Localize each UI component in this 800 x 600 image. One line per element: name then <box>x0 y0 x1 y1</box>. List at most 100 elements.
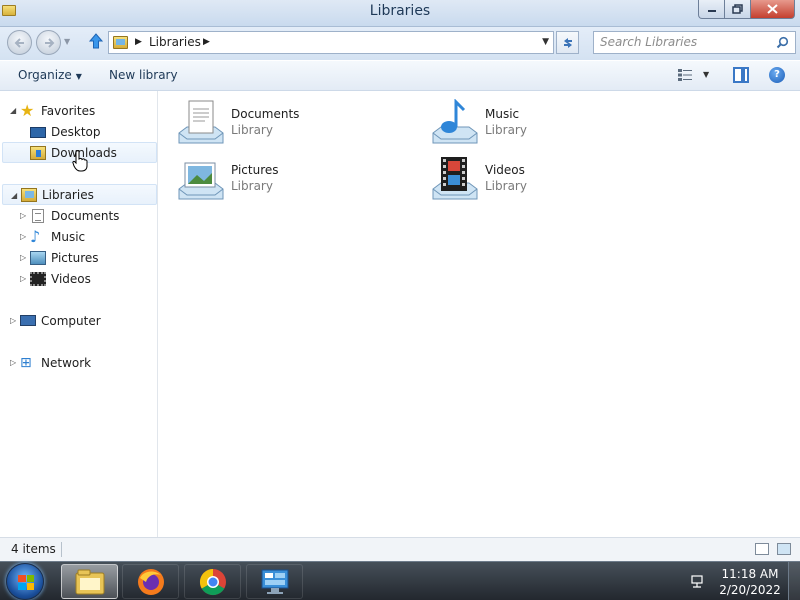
window-controls <box>698 0 795 19</box>
taskbar-firefox[interactable] <box>122 564 179 599</box>
library-type: Library <box>231 179 273 193</box>
windows-logo-icon <box>18 575 34 590</box>
clock-date: 2/20/2022 <box>719 583 781 597</box>
pictures-label: Pictures <box>51 250 99 265</box>
network-tray-icon[interactable] <box>690 575 704 588</box>
library-videos[interactable]: Videos Library <box>431 155 671 207</box>
taskbar-chrome[interactable] <box>184 564 241 599</box>
taskbar-explorer[interactable] <box>61 564 118 599</box>
collapsed-arrow-icon[interactable]: ▷ <box>20 253 26 262</box>
organize-menu-button[interactable]: Organize ▼ <box>18 68 82 82</box>
sidebar-item-videos[interactable]: ▷ Videos <box>20 268 91 289</box>
tree-computer[interactable]: ▷ Computer <box>10 310 101 331</box>
maximize-button[interactable] <box>725 0 751 19</box>
search-icon[interactable] <box>776 36 789 49</box>
chevron-down-icon: ▼ <box>75 72 82 81</box>
command-bar: Organize ▼ New library ▼ ? <box>0 60 800 91</box>
sidebar-item-documents[interactable]: ▷ Documents <box>20 205 119 226</box>
organize-label: Organize <box>18 68 72 82</box>
item-count: 4 items <box>11 542 56 556</box>
tree-libraries[interactable]: ◢ Libraries <box>2 184 157 205</box>
preview-pane-button[interactable] <box>733 67 749 83</box>
show-desktop-button[interactable] <box>788 562 800 600</box>
breadcrumb-separator-icon[interactable]: ▶ <box>135 37 142 47</box>
firefox-icon <box>137 568 164 595</box>
library-music[interactable]: Music Library <box>431 99 671 151</box>
large-icons-view-icon[interactable] <box>777 543 791 555</box>
star-icon: ★ <box>20 100 35 120</box>
back-arrow-icon <box>14 37 24 48</box>
network-icon: ⊞ <box>20 354 32 371</box>
system-clock[interactable]: 11:18 AM 2/20/2022 <box>718 566 782 598</box>
collapsed-arrow-icon[interactable]: ▷ <box>20 211 26 220</box>
downloads-folder-icon <box>30 145 46 160</box>
minimize-button[interactable] <box>698 0 725 19</box>
music-icon: ♪ <box>30 226 41 246</box>
taskbar-control-panel[interactable] <box>246 564 303 599</box>
collapsed-arrow-icon[interactable]: ▷ <box>20 274 26 283</box>
search-input[interactable] <box>600 35 770 49</box>
address-bar[interactable]: ▶ Libraries ▶ ▼ <box>108 31 554 54</box>
expanded-arrow-icon[interactable]: ◢ <box>11 191 17 200</box>
breadcrumb-libraries[interactable]: Libraries <box>149 35 201 49</box>
network-label: Network <box>41 355 92 370</box>
sidebar-item-pictures[interactable]: ▷ Pictures <box>20 247 99 268</box>
pictures-icon <box>30 250 46 265</box>
help-icon[interactable]: ? <box>769 67 785 83</box>
up-arrow-icon <box>88 33 104 49</box>
refresh-icon <box>563 37 572 48</box>
videos-icon <box>30 271 46 286</box>
taskbar: 11:18 AM 2/20/2022 <box>0 561 800 600</box>
start-button[interactable] <box>6 563 44 600</box>
sidebar-item-desktop[interactable]: Desktop <box>30 121 101 142</box>
documents-library-icon <box>178 100 224 144</box>
recent-pages-dropdown[interactable]: ▼ <box>64 37 70 46</box>
libraries-icon <box>21 187 37 202</box>
title-bar[interactable]: Libraries <box>0 0 800 27</box>
windows-explorer-icon <box>75 569 104 594</box>
collapsed-arrow-icon[interactable]: ▷ <box>10 358 16 367</box>
libraries-location-icon <box>113 36 128 49</box>
address-dropdown-icon[interactable]: ▼ <box>542 37 549 47</box>
library-type: Library <box>231 123 273 137</box>
search-box[interactable] <box>593 31 796 54</box>
collapsed-arrow-icon[interactable]: ▷ <box>10 316 16 325</box>
pictures-library-icon <box>178 162 224 200</box>
computer-label: Computer <box>41 313 101 328</box>
close-button[interactable] <box>751 0 795 19</box>
view-options-dropdown-icon[interactable]: ▼ <box>703 70 709 79</box>
window-title: Libraries <box>369 3 431 19</box>
clock-time: 11:18 AM <box>721 567 779 581</box>
new-library-button[interactable]: New library <box>109 68 178 82</box>
details-view-icon[interactable] <box>755 543 769 555</box>
up-level-button[interactable] <box>87 32 105 52</box>
refresh-button[interactable] <box>556 31 579 54</box>
tree-network[interactable]: ▷ ⊞ Network <box>10 352 91 373</box>
desktop-label: Desktop <box>51 124 101 139</box>
library-documents[interactable]: Documents Library <box>177 99 417 151</box>
library-type: Library <box>485 123 527 137</box>
restore-icon <box>732 4 743 14</box>
chrome-icon <box>199 568 226 595</box>
favorites-label: Favorites <box>41 103 96 118</box>
close-icon <box>767 4 778 14</box>
desktop-icon <box>30 126 46 138</box>
tree-favorites[interactable]: ◢ ★ Favorites <box>10 100 95 121</box>
navigation-bar: ▼ ▶ Libraries ▶ ▼ <box>0 27 800 60</box>
forward-button[interactable] <box>36 30 61 55</box>
collapsed-arrow-icon[interactable]: ▷ <box>20 232 26 241</box>
change-view-icon[interactable] <box>678 69 692 81</box>
documents-label: Documents <box>51 208 120 223</box>
breadcrumb-chevron-icon[interactable]: ▶ <box>203 37 210 47</box>
status-divider <box>61 542 62 557</box>
libraries-label: Libraries <box>42 187 94 202</box>
music-label: Music <box>51 229 86 244</box>
file-list[interactable]: Documents Library Music Library Pictures… <box>159 91 800 537</box>
music-library-icon <box>432 99 478 144</box>
expanded-arrow-icon[interactable]: ◢ <box>10 106 16 115</box>
library-pictures[interactable]: Pictures Library <box>177 155 417 207</box>
library-type: Library <box>485 179 527 193</box>
back-button[interactable] <box>7 30 32 55</box>
sidebar-item-music[interactable]: ▷ ♪ Music <box>20 226 85 247</box>
library-name: Pictures <box>231 163 279 177</box>
